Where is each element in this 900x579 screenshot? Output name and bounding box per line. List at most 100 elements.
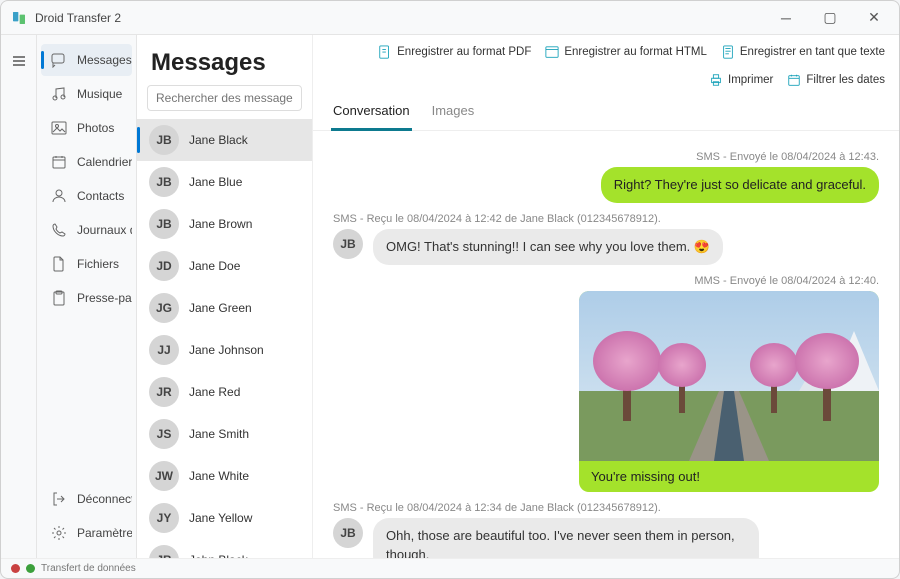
print-button[interactable]: Imprimer: [709, 73, 773, 87]
contact-name: Jane Doe: [189, 259, 240, 273]
sidebar-item-label: Fichiers: [77, 257, 119, 271]
tab-images[interactable]: Images: [430, 97, 477, 130]
content-panel: Enregistrer au format PDF Enregistrer au…: [313, 35, 899, 558]
contact-item[interactable]: JBJane Brown: [137, 203, 312, 245]
logout-icon: [51, 491, 67, 507]
titlebar: Droid Transfer 2 ─ ▢ ✕: [1, 1, 899, 35]
text-icon: [721, 45, 735, 59]
avatar: JB: [149, 125, 179, 155]
toolbar: Enregistrer au format PDF Enregistrer au…: [313, 35, 899, 91]
contact-name: Jane Blue: [189, 175, 242, 189]
sidebar-item-label: Calendriers: [77, 155, 132, 169]
contact-item[interactable]: JR Jane Red: [137, 371, 312, 413]
sidebar-item-phone[interactable]: Journaux d'appels: [41, 214, 132, 246]
sidebar-item-label: Journaux d'appels: [77, 223, 132, 237]
sidebar-item-label: Musique: [77, 87, 122, 101]
message-bubble: OMG! That's stunning!! I can see why you…: [373, 229, 723, 265]
html-icon: [545, 45, 559, 59]
status-text: Transfert de données: [41, 563, 136, 574]
clipboard-icon: [51, 290, 67, 306]
sidebar-item-logout[interactable]: Déconnecter: [41, 483, 132, 515]
contact-item[interactable]: JJ Jane Johnson: [137, 329, 312, 371]
sidebar-item-file[interactable]: Fichiers: [41, 248, 132, 280]
photo-icon: [51, 120, 67, 136]
avatar: JB: [333, 518, 363, 548]
contact-icon: [51, 188, 67, 204]
pdf-icon: [378, 45, 392, 59]
close-button[interactable]: ✕: [853, 3, 895, 33]
avatar: JG: [149, 293, 179, 323]
chat-panel: SMS - Envoyé le 08/04/2024 à 12:43. Right…: [313, 131, 899, 558]
status-bar: Transfert de données: [1, 558, 899, 578]
sidebar-item-music[interactable]: Musique: [41, 78, 132, 110]
contact-name: Jane Black: [189, 133, 248, 147]
filter-dates-button[interactable]: Filtrer les dates: [787, 73, 885, 87]
phone-icon: [51, 222, 67, 238]
avatar: JW: [149, 461, 179, 491]
contact-item[interactable]: JG Jane Green: [137, 287, 312, 329]
contact-name: Jane Yellow: [189, 511, 252, 525]
avatar: JS: [149, 419, 179, 449]
sidebar-item-label: Déconnecter: [77, 492, 132, 506]
avatar: JY: [149, 503, 179, 533]
app-icon: [11, 10, 27, 26]
avatar: JR: [149, 377, 179, 407]
contact-name: Jane Red: [189, 385, 240, 399]
sidebar-item-calendar[interactable]: Calendriers: [41, 146, 132, 178]
sidebar-item-label: Paramètres: [77, 526, 132, 540]
message-row-incoming: JB Ohh, those are beautiful too. I've nev…: [333, 518, 879, 558]
music-icon: [51, 86, 67, 102]
message-row-mms: You're missing out!: [333, 291, 879, 492]
message-row-outgoing: Right? They're just so delicate and grac…: [333, 167, 879, 203]
mms-caption: You're missing out!: [579, 461, 879, 492]
app-title: Droid Transfer 2: [35, 11, 121, 25]
save-text-button[interactable]: Enregistrer en tant que texte: [721, 45, 885, 59]
status-dot-green: [26, 564, 35, 573]
nav-rail: [1, 35, 37, 558]
print-icon: [709, 73, 723, 87]
contacts-header: Messages: [137, 35, 312, 85]
contact-item[interactable]: JBJohn Black: [137, 539, 312, 558]
sidebar-item-settings[interactable]: Paramètres: [41, 517, 132, 549]
contact-name: Jane White: [189, 469, 249, 483]
contact-item[interactable]: JB Jane Black: [137, 119, 312, 161]
contact-item[interactable]: JDJane Doe: [137, 245, 312, 287]
sidebar-item-label: Photos: [77, 121, 114, 135]
avatar: JB: [149, 545, 179, 558]
file-icon: [51, 256, 67, 272]
contact-name: Jane Green: [189, 301, 252, 315]
contact-item[interactable]: JS Jane Smith: [137, 413, 312, 455]
search-input[interactable]: [147, 85, 302, 111]
sidebar-item-label: Contacts: [77, 189, 124, 203]
sidebar-item-message[interactable]: Messages: [41, 44, 132, 76]
avatar: JJ: [149, 335, 179, 365]
tabs: Conversation Images: [313, 91, 899, 131]
mms-bubble: You're missing out!: [579, 291, 879, 492]
message-meta: SMS - Envoyé le 08/04/2024 à 12:43.: [333, 151, 879, 163]
sidebar-item-photo[interactable]: Photos: [41, 112, 132, 144]
sidebar-item-clipboard[interactable]: Presse-papiers: [41, 282, 132, 314]
calendar-icon: [51, 154, 67, 170]
contact-item[interactable]: JW Jane White: [137, 455, 312, 497]
sidebar-item-label: Messages: [77, 53, 132, 67]
save-pdf-button[interactable]: Enregistrer au format PDF: [378, 45, 531, 59]
maximize-button[interactable]: ▢: [809, 3, 851, 33]
contact-name: Jane Johnson: [189, 343, 264, 357]
message-meta: MMS - Envoyé le 08/04/2024 à 12:40.: [333, 275, 879, 287]
tab-conversation[interactable]: Conversation: [331, 97, 412, 131]
sidebar-item-contact[interactable]: Contacts: [41, 180, 132, 212]
message-bubble: Ohh, those are beautiful too. I've never…: [373, 518, 759, 558]
save-html-button[interactable]: Enregistrer au format HTML: [545, 45, 707, 59]
contact-item[interactable]: JY Jane Yellow: [137, 497, 312, 539]
avatar: JB: [149, 209, 179, 239]
contact-column: Messages JB Jane Black JB Jane Blue JBJane B…: [137, 35, 313, 558]
message-meta: SMS - Reçu le 08/04/2024 à 12:34 de Jane…: [333, 502, 879, 514]
avatar: JB: [149, 167, 179, 197]
hamburger-icon[interactable]: [1, 45, 36, 77]
minimize-button[interactable]: ─: [765, 3, 807, 33]
settings-icon: [51, 525, 67, 541]
message-row-incoming: JBOMG! That's stunning!! I can see why y…: [333, 229, 879, 265]
contact-name: Jane Smith: [189, 427, 249, 441]
sidebar: Messages Musique Photos Calendriers Contacts…: [37, 35, 137, 558]
contact-item[interactable]: JB Jane Blue: [137, 161, 312, 203]
